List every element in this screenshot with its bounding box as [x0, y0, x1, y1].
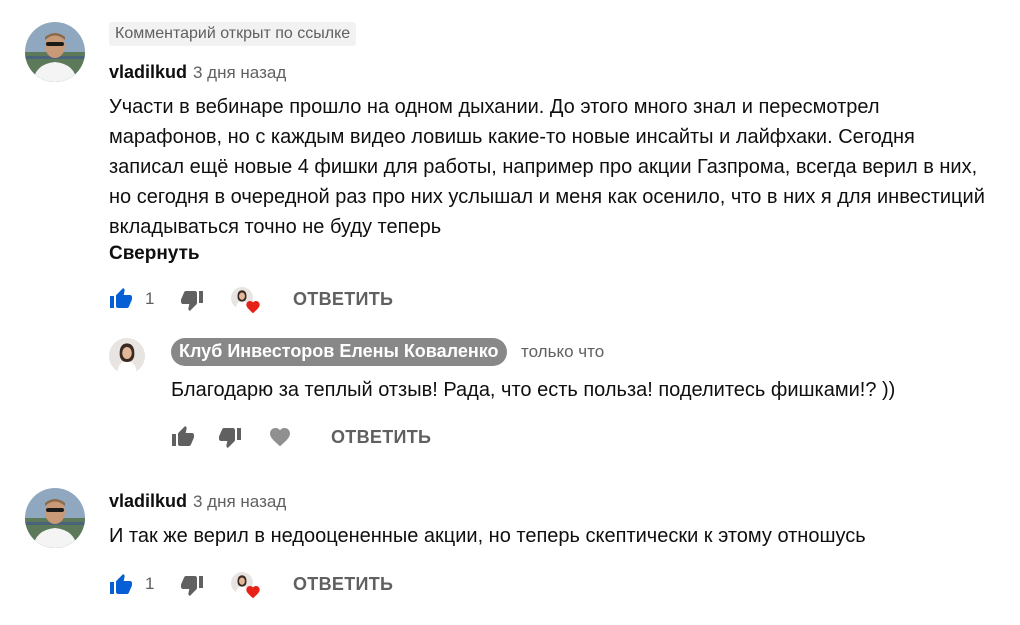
thumbs-down-icon[interactable]	[218, 425, 242, 449]
collapse-button[interactable]: Свернуть	[109, 243, 200, 265]
thumbs-down-icon[interactable]	[180, 573, 204, 597]
comment-text: И так же верил в недооцененные акции, но…	[109, 525, 866, 547]
comment-timestamp[interactable]: 3 дня назад	[193, 63, 286, 83]
reply-button[interactable]: ОТВЕТИТЬ	[293, 574, 393, 595]
comment-author[interactable]: vladilkud	[109, 491, 187, 512]
comment-author[interactable]: vladilkud	[109, 62, 187, 83]
like-count: 1	[145, 574, 155, 593]
creator-heart-icon	[231, 287, 263, 317]
thumbs-up-icon[interactable]	[109, 573, 133, 597]
pinned-link-badge: Комментарий открыт по ссылке	[109, 22, 357, 46]
channel-owner-avatar[interactable]	[109, 338, 145, 374]
thumbs-down-icon[interactable]	[180, 288, 204, 312]
thumbs-up-icon[interactable]	[109, 287, 133, 311]
heart-icon[interactable]	[268, 425, 292, 449]
channel-owner-badge[interactable]: Клуб Инвесторов Елены Коваленко	[171, 338, 507, 366]
reply-timestamp[interactable]: только что	[521, 342, 604, 362]
reply-button[interactable]: ОТВЕТИТЬ	[293, 289, 393, 310]
reply-button[interactable]: ОТВЕТИТЬ	[331, 427, 431, 448]
commenter-avatar[interactable]	[25, 22, 85, 82]
reply-text: Благодарю за теплый отзыв! Рада, что ест…	[171, 379, 896, 401]
comment-text: Участи в вебинаре прошло на одном дыхани…	[109, 96, 985, 238]
comment-timestamp[interactable]: 3 дня назад	[193, 492, 286, 512]
like-count: 1	[145, 289, 155, 308]
avatar-image	[25, 22, 85, 82]
creator-heart-icon	[231, 572, 263, 602]
avatar-image	[25, 488, 85, 548]
avatar-image	[109, 338, 145, 374]
thumbs-up-icon[interactable]	[171, 425, 195, 449]
commenter-avatar[interactable]	[25, 488, 85, 548]
